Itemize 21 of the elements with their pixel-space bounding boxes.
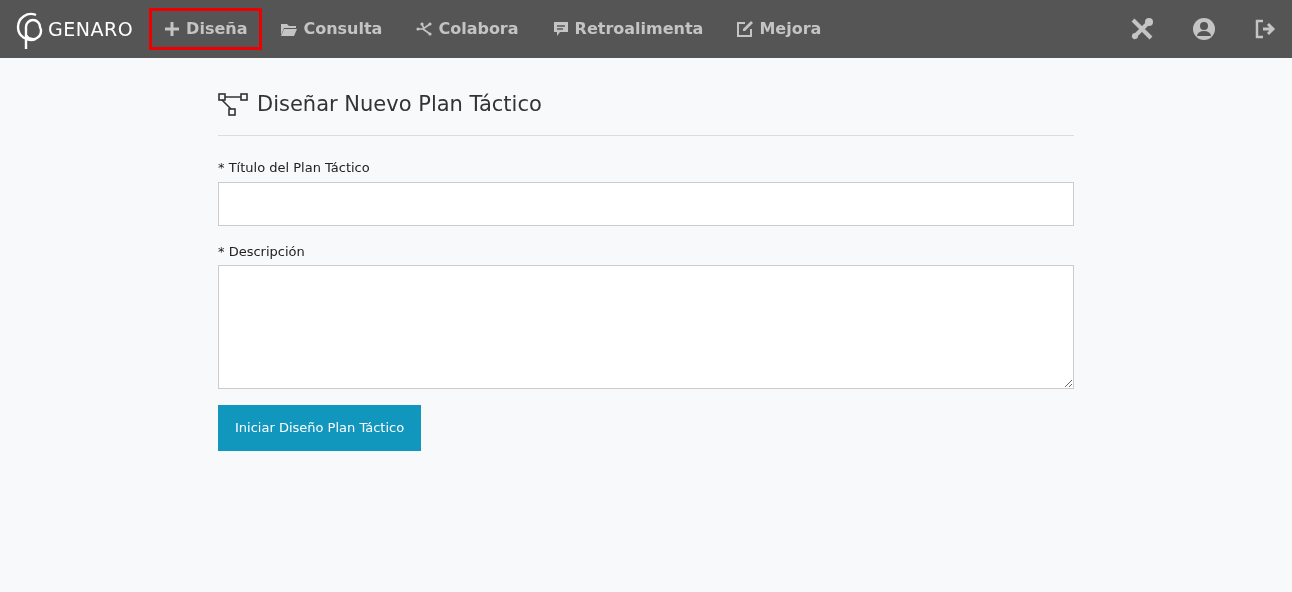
user-icon[interactable]	[1192, 17, 1216, 41]
flowchart-icon	[218, 92, 249, 117]
title-field[interactable]	[218, 181, 1074, 226]
description-field[interactable]	[218, 265, 1074, 390]
logout-icon[interactable]	[1254, 17, 1278, 41]
page-title: Diseñar Nuevo Plan Táctico	[257, 92, 542, 118]
nav-link[interactable]: Mejora	[722, 8, 837, 50]
plus-icon	[164, 21, 181, 37]
network-icon	[416, 21, 433, 37]
logo[interactable]: GENARO	[12, 9, 134, 49]
field-label: * Descripción	[218, 242, 306, 261]
field-label: * Título del Plan Táctico	[218, 159, 371, 178]
nav-link[interactable]: Colabora	[401, 8, 534, 50]
folder-icon	[281, 21, 298, 37]
comment-icon	[552, 21, 569, 37]
nav-link[interactable]: Diseña	[149, 8, 263, 50]
pencil-icon	[737, 21, 754, 37]
nav-link[interactable]: Retroalimenta	[537, 8, 719, 50]
tools-icon[interactable]	[1130, 17, 1154, 41]
nav-link[interactable]: Consulta	[266, 8, 398, 50]
start-design-button[interactable]: Iniciar Diseño Plan Táctico	[218, 405, 422, 451]
